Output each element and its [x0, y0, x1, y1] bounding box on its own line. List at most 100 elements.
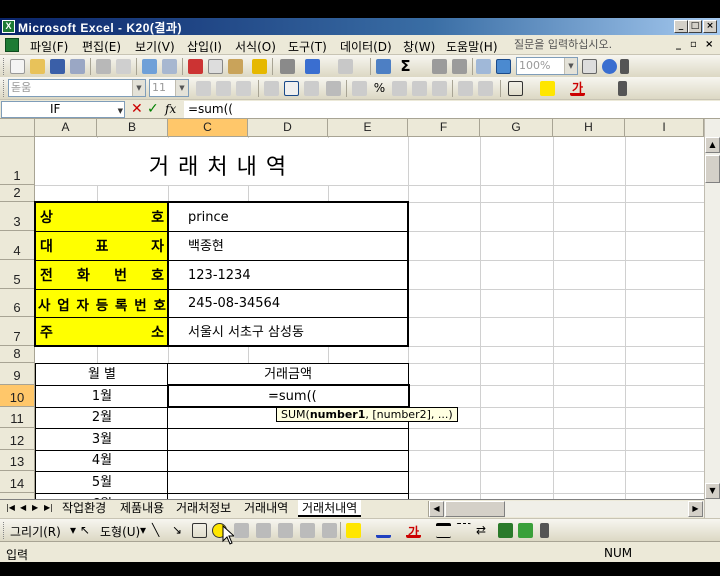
autosum-icon[interactable]: Σ [398, 59, 413, 74]
fill-color-icon[interactable] [346, 523, 361, 538]
column-header-g[interactable]: G [480, 119, 553, 137]
menu-format[interactable]: 서식(O) [235, 38, 276, 55]
new-icon[interactable] [10, 59, 25, 74]
bold-icon[interactable] [196, 81, 211, 96]
line-icon[interactable]: ╲ [152, 523, 167, 538]
column-header-i[interactable]: I [625, 119, 704, 137]
decrease-decimal-icon[interactable] [432, 81, 447, 96]
dash-style-icon[interactable] [456, 523, 471, 538]
horizontal-scrollbar[interactable]: ◀ ▶ [428, 501, 704, 517]
align-left-icon[interactable] [264, 81, 279, 96]
zoom-combo[interactable]: 100% ▼ [516, 57, 578, 75]
sheet-tab[interactable]: 거래처정보 [172, 500, 235, 517]
chart-wizard-icon[interactable] [476, 59, 491, 74]
column-header-c[interactable]: C [168, 119, 248, 137]
excel-app-icon[interactable]: X [2, 20, 15, 33]
sort-ascending-icon[interactable] [432, 59, 447, 74]
column-header-d[interactable]: D [248, 119, 328, 137]
format-painter-icon[interactable] [252, 59, 267, 74]
vertical-scrollbar[interactable]: ▲ ▼ [704, 119, 720, 518]
open-icon[interactable] [30, 59, 45, 74]
font-size-combo[interactable]: 11 ▼ [149, 79, 189, 97]
paste-icon[interactable] [228, 59, 243, 74]
cut-icon[interactable] [188, 59, 203, 74]
undo-icon[interactable] [305, 59, 320, 74]
comma-style-icon[interactable] [392, 81, 407, 96]
next-sheet-icon[interactable]: ▶ [32, 503, 38, 512]
print-preview-icon[interactable] [116, 59, 131, 74]
value-phone[interactable]: 123-1234 [188, 261, 251, 289]
fill-color-icon[interactable] [540, 81, 555, 96]
column-header-b[interactable]: B [97, 119, 168, 137]
scroll-down-icon[interactable]: ▼ [705, 483, 720, 499]
research-icon[interactable] [162, 59, 177, 74]
copy-icon[interactable] [208, 59, 223, 74]
permission-icon[interactable] [70, 59, 85, 74]
sheet-tab-active[interactable]: 거래처내역 [298, 500, 362, 517]
header-month[interactable]: 월 별 [36, 364, 168, 385]
font-color-icon[interactable]: 가 [570, 81, 585, 96]
save-icon[interactable] [50, 59, 65, 74]
first-sheet-icon[interactable]: |◀ [6, 503, 15, 512]
sheet-tab[interactable]: 작업환경 [58, 500, 110, 517]
line-style-icon[interactable] [436, 523, 451, 538]
workbook-icon[interactable] [5, 38, 19, 52]
row-header-13[interactable]: 13 [0, 450, 35, 471]
toolbar-options-icon[interactable] [540, 523, 549, 538]
text-box-icon[interactable] [234, 523, 249, 538]
name-box[interactable]: IF ▼ [1, 101, 125, 118]
sheet-tab[interactable]: 제품내용 [116, 500, 168, 517]
print-icon[interactable] [96, 59, 111, 74]
doc-close-button[interactable]: × [705, 39, 713, 50]
help-icon[interactable] [602, 59, 617, 74]
scroll-right-icon[interactable]: ▶ [688, 501, 703, 517]
row-header-4[interactable]: 4 [0, 231, 35, 260]
menu-tools[interactable]: 도구(T) [288, 38, 327, 55]
worksheet-grid[interactable]: A B C D E F G H I 1 2 3 4 5 6 7 8 9 10 1… [0, 119, 704, 499]
rectangle-icon[interactable] [192, 523, 207, 538]
picture-icon[interactable] [322, 523, 337, 538]
scroll-thumb[interactable] [705, 155, 720, 183]
help-search-box[interactable]: 질문을 입력하십시오. [512, 37, 670, 53]
column-header-a[interactable]: A [35, 119, 97, 137]
spelling-icon[interactable] [142, 59, 157, 74]
value-company[interactable]: prince [188, 203, 229, 231]
row-header-1[interactable]: 1 [0, 137, 35, 185]
formula-input[interactable]: =sum(( [184, 101, 720, 118]
value-address[interactable]: 서울시 서초구 삼성동 [188, 318, 304, 346]
wordart-icon[interactable] [256, 523, 271, 538]
clip-art-icon[interactable] [300, 523, 315, 538]
sheet-tab[interactable]: 거래내역 [240, 500, 292, 517]
shadow-style-icon[interactable] [498, 523, 513, 538]
italic-icon[interactable] [216, 81, 231, 96]
prev-sheet-icon[interactable]: ◀ [20, 503, 26, 512]
menu-edit[interactable]: 편집(E) [82, 38, 121, 55]
menu-window[interactable]: 창(W) [403, 38, 435, 55]
row-header-6[interactable]: 6 [0, 289, 35, 317]
month-cell[interactable]: 3월 [36, 429, 168, 450]
menu-help[interactable]: 도움말(H) [446, 38, 498, 55]
arrow-icon[interactable]: ↘ [172, 523, 187, 538]
borders-icon[interactable] [508, 81, 523, 96]
sort-descending-icon[interactable] [452, 59, 467, 74]
row-header-3[interactable]: 3 [0, 202, 35, 231]
close-button[interactable]: × [703, 20, 717, 33]
month-cell[interactable]: 1월 [36, 386, 168, 407]
currency-icon[interactable] [352, 81, 367, 96]
line-color-icon[interactable] [376, 523, 391, 538]
decrease-indent-icon[interactable] [458, 81, 473, 96]
month-cell[interactable]: 2월 [36, 407, 168, 428]
font-color-icon[interactable]: 가 [406, 523, 421, 539]
header-amount[interactable]: 거래금액 [168, 364, 408, 385]
autoshapes-dropdown-icon[interactable]: ▾ [140, 523, 146, 537]
scroll-left-icon[interactable]: ◀ [429, 501, 444, 517]
doc-minimize-button[interactable]: _ [676, 39, 681, 50]
row-header-2[interactable]: 2 [0, 185, 35, 202]
font-name-combo[interactable]: 돋움 ▼ [8, 79, 146, 97]
last-sheet-icon[interactable]: ▶| [44, 503, 53, 512]
merge-center-icon[interactable] [326, 81, 341, 96]
row-header-7[interactable]: 7 [0, 317, 35, 346]
column-header-f[interactable]: F [408, 119, 480, 137]
align-right-icon[interactable] [304, 81, 319, 96]
select-objects-icon[interactable]: ↖ [80, 523, 95, 538]
